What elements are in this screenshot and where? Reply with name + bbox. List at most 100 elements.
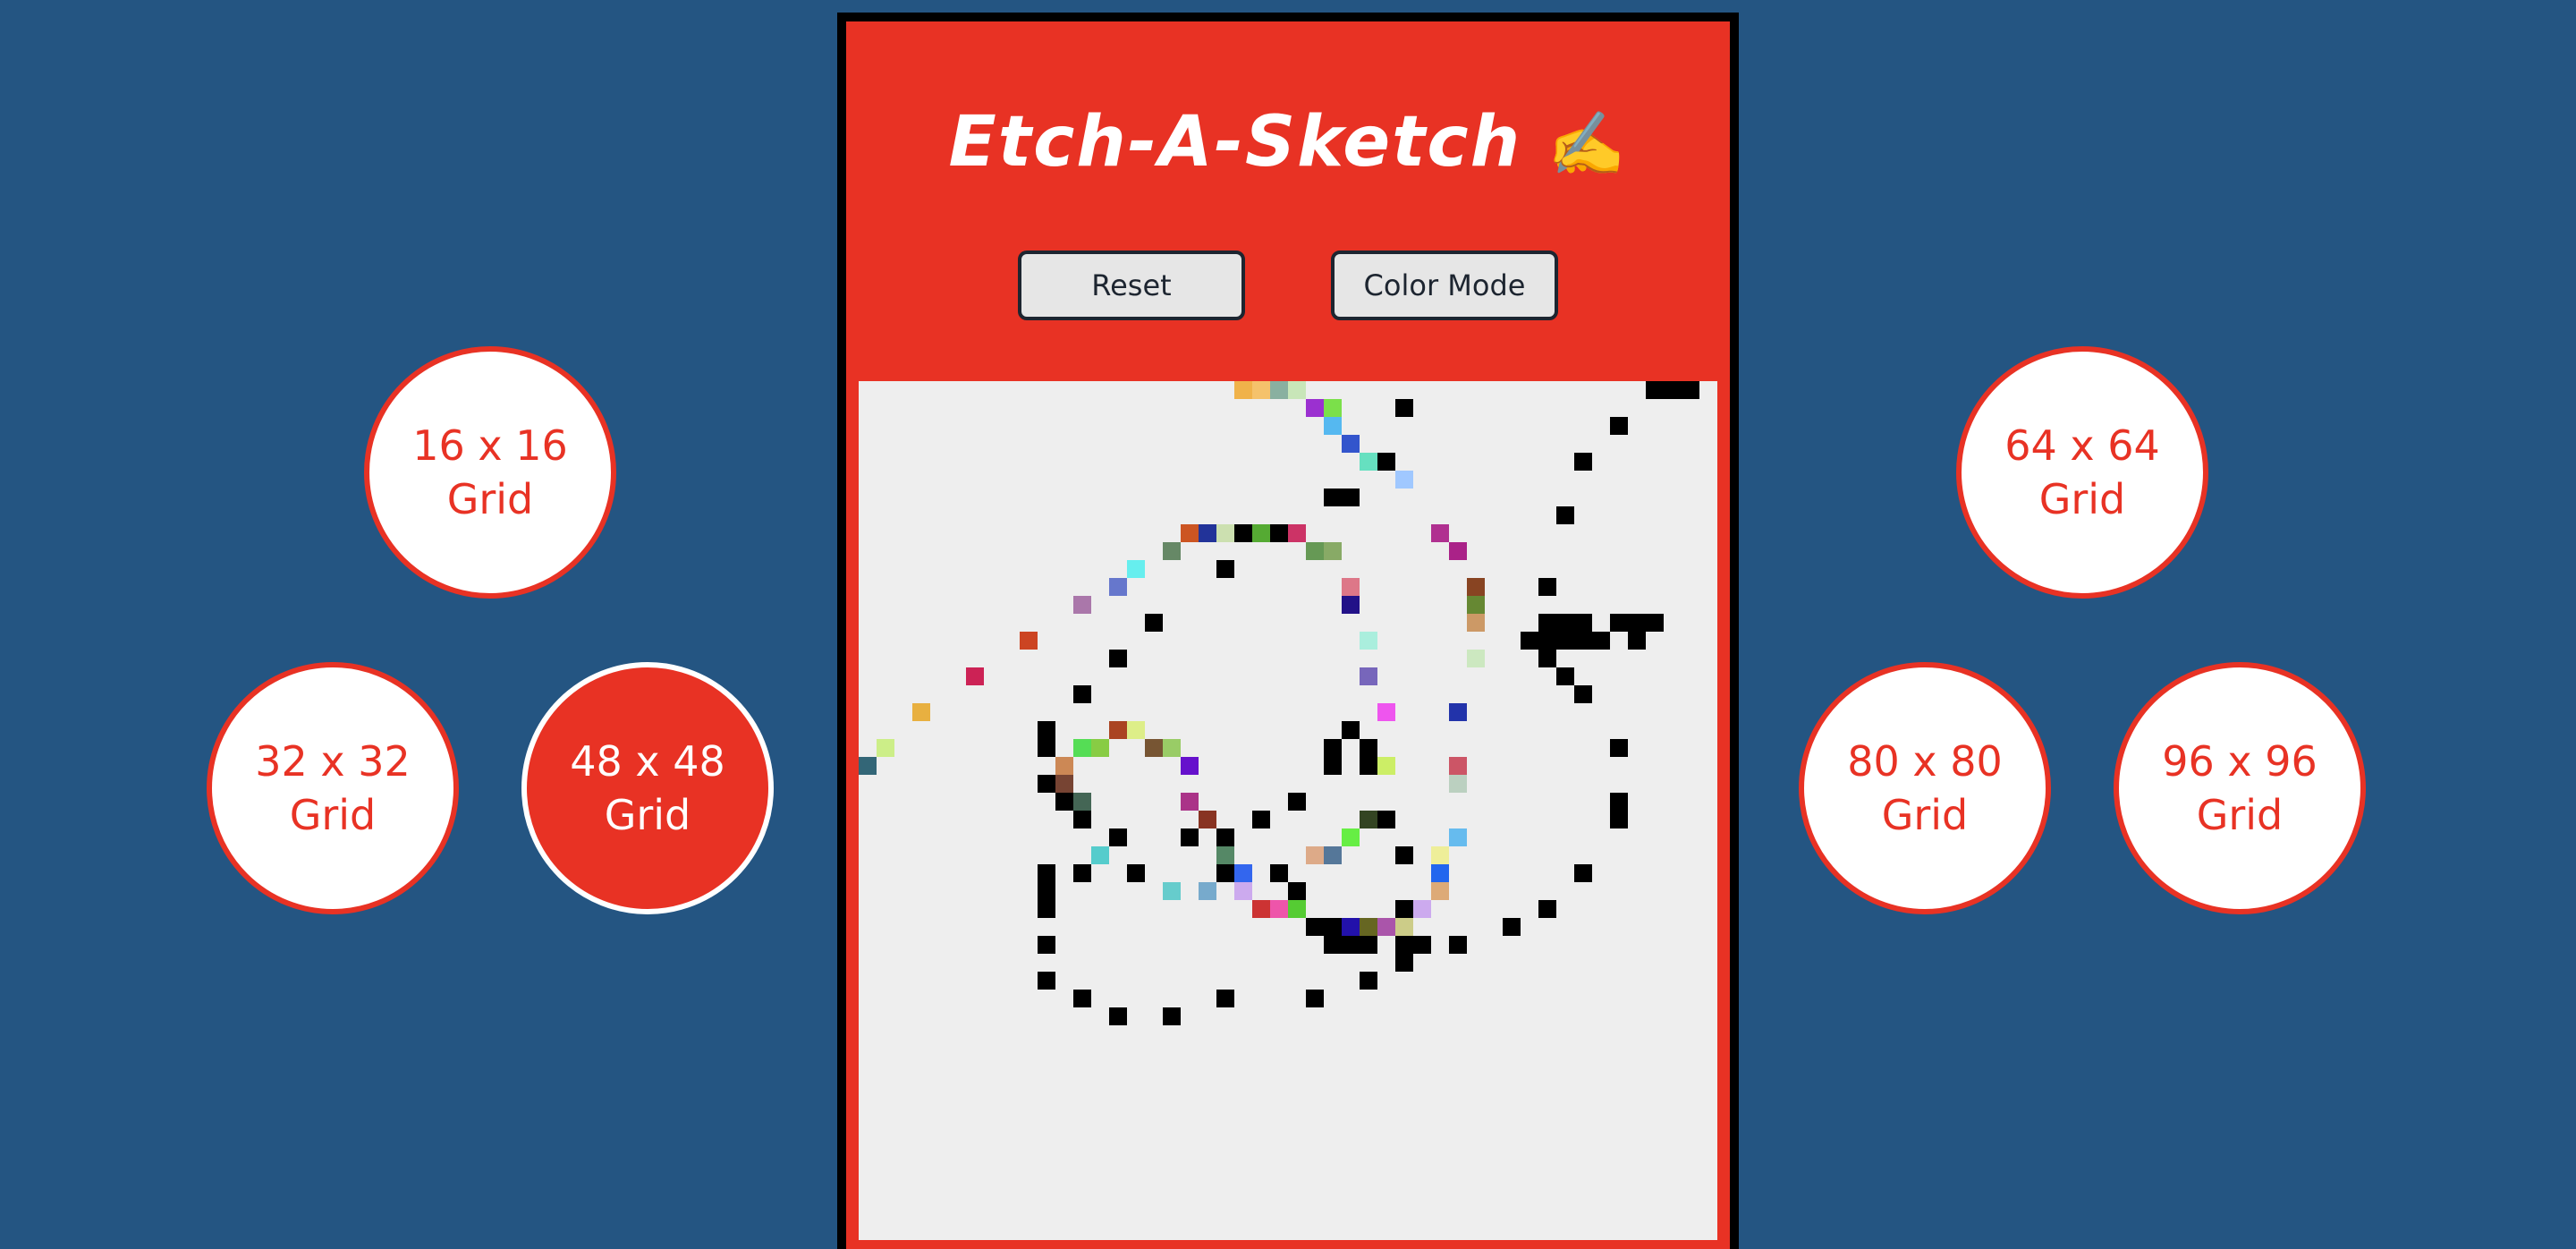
sketch-pixel[interactable] — [1395, 954, 1413, 972]
sketch-pixel[interactable] — [1449, 757, 1467, 775]
sketch-pixel[interactable] — [1270, 524, 1288, 542]
sketch-pixel[interactable] — [1377, 811, 1395, 828]
sketch-pixel[interactable] — [1377, 453, 1395, 471]
sketch-pixel[interactable] — [1270, 381, 1288, 399]
color-mode-button[interactable]: Color Mode — [1331, 251, 1558, 320]
sketch-pixel[interactable] — [1610, 793, 1628, 811]
sketch-pixel[interactable] — [1556, 667, 1574, 685]
sketch-pixel[interactable] — [1199, 811, 1216, 828]
sketch-pixel[interactable] — [1109, 828, 1127, 846]
sketch-pixel[interactable] — [1199, 524, 1216, 542]
sketch-pixel[interactable] — [1038, 900, 1055, 918]
sketch-pixel[interactable] — [1574, 864, 1592, 882]
sketch-pixel[interactable] — [1234, 864, 1252, 882]
sketch-pixel[interactable] — [1055, 775, 1073, 793]
sketch-pixel[interactable] — [1538, 650, 1556, 667]
sketch-pixel[interactable] — [1449, 703, 1467, 721]
grid-16-button[interactable]: 16 x 16 Grid — [364, 346, 616, 599]
sketch-pixel[interactable] — [1288, 900, 1306, 918]
sketch-pixel[interactable] — [1538, 614, 1556, 632]
sketch-pixel[interactable] — [1467, 650, 1485, 667]
sketch-pixel[interactable] — [1020, 632, 1038, 650]
sketch-pixel[interactable] — [1216, 846, 1234, 864]
sketch-pixel[interactable] — [1234, 882, 1252, 900]
sketch-canvas[interactable] — [859, 381, 1717, 1240]
sketch-pixel[interactable] — [1038, 972, 1055, 990]
sketch-pixel[interactable] — [1091, 739, 1109, 757]
sketch-pixel[interactable] — [1646, 614, 1664, 632]
sketch-pixel[interactable] — [1342, 828, 1360, 846]
sketch-pixel[interactable] — [1628, 614, 1646, 632]
sketch-pixel[interactable] — [1163, 739, 1181, 757]
sketch-pixel[interactable] — [1181, 524, 1199, 542]
sketch-pixel[interactable] — [1306, 542, 1324, 560]
grid-48-button[interactable]: 48 x 48 Grid — [521, 662, 774, 914]
sketch-pixel[interactable] — [1055, 793, 1073, 811]
sketch-pixel[interactable] — [1342, 721, 1360, 739]
reset-button[interactable]: Reset — [1018, 251, 1245, 320]
sketch-pixel[interactable] — [1306, 918, 1324, 936]
sketch-pixel[interactable] — [1038, 864, 1055, 882]
sketch-pixel[interactable] — [1216, 864, 1234, 882]
sketch-pixel[interactable] — [1288, 882, 1306, 900]
sketch-pixel[interactable] — [1431, 882, 1449, 900]
sketch-pixel[interactable] — [1538, 632, 1556, 650]
sketch-pixel[interactable] — [1664, 381, 1682, 399]
sketch-pixel[interactable] — [1646, 381, 1664, 399]
sketch-pixel[interactable] — [1395, 399, 1413, 417]
sketch-pixel[interactable] — [1270, 900, 1288, 918]
sketch-pixel[interactable] — [1467, 614, 1485, 632]
sketch-pixel[interactable] — [1395, 918, 1413, 936]
sketch-pixel[interactable] — [1163, 542, 1181, 560]
sketch-pixel[interactable] — [1324, 417, 1342, 435]
sketch-pixel[interactable] — [1556, 506, 1574, 524]
sketch-pixel[interactable] — [1199, 882, 1216, 900]
sketch-pixel[interactable] — [1377, 757, 1395, 775]
grid-64-button[interactable]: 64 x 64 Grid — [1956, 346, 2208, 599]
sketch-pixel[interactable] — [1270, 864, 1288, 882]
sketch-pixel[interactable] — [1324, 757, 1342, 775]
sketch-pixel[interactable] — [1109, 1007, 1127, 1025]
sketch-pixel[interactable] — [1216, 990, 1234, 1007]
sketch-pixel[interactable] — [1610, 739, 1628, 757]
sketch-pixel[interactable] — [1073, 685, 1091, 703]
sketch-pixel[interactable] — [1431, 864, 1449, 882]
sketch-pixel[interactable] — [1342, 578, 1360, 596]
sketch-pixel[interactable] — [1073, 596, 1091, 614]
sketch-pixel[interactable] — [1145, 614, 1163, 632]
sketch-pixel[interactable] — [912, 703, 930, 721]
sketch-pixel[interactable] — [1360, 918, 1377, 936]
sketch-pixel[interactable] — [1610, 811, 1628, 828]
sketch-pixel[interactable] — [1413, 936, 1431, 954]
sketch-pixel[interactable] — [1145, 739, 1163, 757]
sketch-pixel[interactable] — [1324, 936, 1342, 954]
sketch-pixel[interactable] — [1360, 632, 1377, 650]
sketch-pixel[interactable] — [1038, 739, 1055, 757]
sketch-pixel[interactable] — [1342, 918, 1360, 936]
sketch-pixel[interactable] — [1127, 721, 1145, 739]
sketch-pixel[interactable] — [1431, 846, 1449, 864]
sketch-pixel[interactable] — [1395, 936, 1413, 954]
sketch-pixel[interactable] — [1109, 650, 1127, 667]
sketch-pixel[interactable] — [1091, 846, 1109, 864]
sketch-pixel[interactable] — [1556, 614, 1574, 632]
sketch-pixel[interactable] — [1055, 757, 1073, 775]
sketch-pixel[interactable] — [1360, 811, 1377, 828]
sketch-pixel[interactable] — [1449, 936, 1467, 954]
sketch-pixel[interactable] — [1073, 739, 1091, 757]
sketch-pixel[interactable] — [1503, 918, 1521, 936]
sketch-pixel[interactable] — [1216, 828, 1234, 846]
sketch-pixel[interactable] — [1449, 828, 1467, 846]
sketch-pixel[interactable] — [1252, 381, 1270, 399]
sketch-pixel[interactable] — [1413, 900, 1431, 918]
sketch-pixel[interactable] — [1556, 632, 1574, 650]
sketch-pixel[interactable] — [1038, 775, 1055, 793]
sketch-pixel[interactable] — [1109, 721, 1127, 739]
sketch-pixel[interactable] — [1216, 524, 1234, 542]
sketch-pixel[interactable] — [1467, 578, 1485, 596]
sketch-pixel[interactable] — [1288, 524, 1306, 542]
sketch-pixel[interactable] — [1342, 936, 1360, 954]
sketch-pixel[interactable] — [1038, 882, 1055, 900]
sketch-pixel[interactable] — [1324, 918, 1342, 936]
sketch-grid[interactable] — [859, 381, 1717, 1240]
